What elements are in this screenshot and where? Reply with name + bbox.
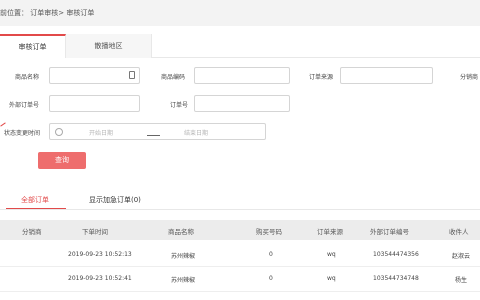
order-source-label: 订单来源 (309, 74, 334, 81)
date-range-picker[interactable] (49, 123, 266, 140)
calendar-icon[interactable] (129, 71, 135, 79)
row2-source: wq (327, 275, 336, 282)
tab-urgent-orders[interactable]: 显示加急订单(0) (89, 195, 141, 205)
col-order-time: 下单时间 (82, 228, 108, 236)
breadcrumb: 前位置： 订单审核> 审核订单 (0, 0, 480, 26)
row1-time: 2019-09-23 10:52:13 (68, 251, 132, 258)
row2-time: 2019-09-23 10:52:41 (68, 275, 132, 282)
product-name-input[interactable] (49, 67, 140, 84)
row1-source: wq (327, 251, 336, 258)
start-date-placeholder: 开始日期 (89, 130, 114, 137)
row-divider (0, 291, 480, 292)
end-date-placeholder: 结束日期 (184, 130, 209, 137)
row2-external-no: 103544734748 (373, 275, 419, 282)
external-order-label: 外部订单号 (9, 102, 40, 109)
row2-product: 苏州辣椒 (171, 277, 196, 284)
external-order-input[interactable] (49, 95, 140, 112)
clock-icon (55, 128, 63, 136)
row2-receiver: 杨生 (455, 277, 468, 284)
col-distributor: 分销商 (22, 228, 42, 236)
date-separator (147, 135, 160, 136)
order-no-input[interactable] (194, 95, 290, 112)
order-no-label: 订单号 (170, 102, 189, 109)
col-receiver: 收件人 (449, 228, 469, 236)
row-divider (0, 266, 480, 267)
order-source-input[interactable] (340, 67, 433, 84)
query-button[interactable]: 查询 (38, 152, 86, 169)
distributor-label: 分销商 (460, 74, 479, 81)
col-purchase-number: 购买号码 (256, 228, 282, 236)
tab-all-orders[interactable]: 全部订单 (21, 195, 49, 205)
product-name-label: 商品名称 (15, 74, 40, 81)
row1-number: 0 (269, 251, 273, 258)
tab-distribution-area[interactable]: 散播地区 (66, 34, 152, 58)
status-change-time-label: 状态变更时间 (4, 130, 41, 137)
col-order-source: 订单来源 (317, 228, 343, 236)
row1-external-no: 103544474356 (373, 251, 419, 258)
row2-number: 0 (269, 275, 273, 282)
product-code-input[interactable] (194, 67, 290, 84)
row1-product: 苏州辣椒 (171, 253, 196, 260)
tab-divider (0, 209, 480, 210)
col-product-name: 商品名称 (168, 228, 194, 236)
col-external-order-no: 外部订单编号 (370, 228, 409, 236)
row1-receiver: 赵淑云 (452, 253, 471, 260)
collapse-marker (0, 122, 6, 127)
product-code-label: 商品编码 (161, 74, 186, 81)
tab-review-orders[interactable]: 审核订单 (0, 34, 66, 58)
